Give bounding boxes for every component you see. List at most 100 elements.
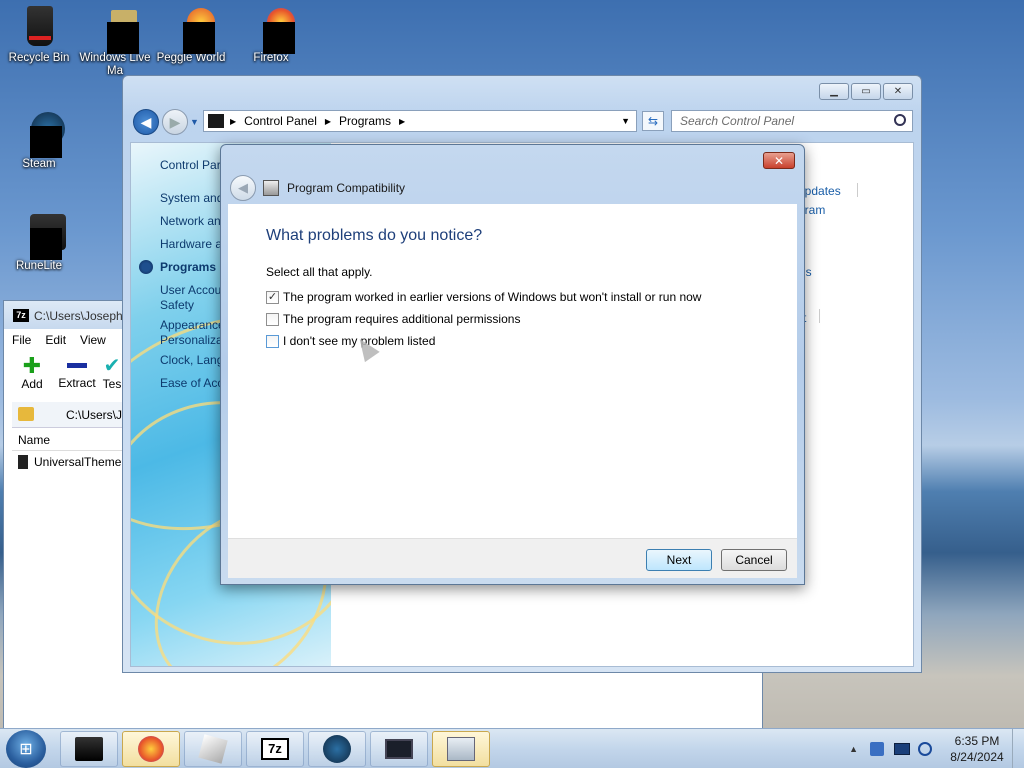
search-icon[interactable] bbox=[894, 114, 906, 126]
desktop-icon-steam[interactable]: Steam bbox=[2, 112, 76, 170]
desktop-icon-runelite[interactable]: RuneLite bbox=[2, 214, 76, 272]
desktop-icon-firefox[interactable]: Firefox bbox=[234, 6, 308, 64]
back-button[interactable]: ◀ bbox=[133, 109, 159, 135]
firefox-icon bbox=[138, 736, 164, 762]
menu-edit[interactable]: Edit bbox=[45, 333, 66, 347]
option-earlier-versions[interactable]: ✓ The program worked in earlier versions… bbox=[266, 290, 701, 304]
menu-file[interactable]: File bbox=[12, 333, 31, 347]
desktop-icon-recycle-bin[interactable]: Recycle Bin bbox=[2, 6, 76, 64]
minimize-button[interactable]: ▁ bbox=[819, 83, 849, 100]
file-icon bbox=[18, 455, 28, 469]
desktop-icon-label: Steam bbox=[22, 158, 56, 170]
close-button[interactable]: ✕ bbox=[883, 83, 913, 100]
nav-network-internet[interactable]: Network and bbox=[160, 214, 227, 228]
runelite-icon bbox=[17, 214, 66, 260]
show-hidden-icons-icon[interactable]: ▲ bbox=[849, 744, 858, 754]
taskbar-control-panel[interactable] bbox=[432, 731, 490, 767]
volume-icon[interactable] bbox=[918, 742, 932, 756]
path-input[interactable]: C:\Users\J bbox=[66, 408, 122, 422]
taskbar-unknown-app[interactable] bbox=[184, 731, 242, 767]
test-button[interactable]: ✔ Tes bbox=[100, 355, 124, 391]
peggle-icon bbox=[169, 6, 215, 54]
navigation-bar: ◀ ▶ ▼ ▶ Control Panel ▶ Programs ▶ ▼ ⇆ S… bbox=[131, 109, 913, 135]
control-panel-icon bbox=[208, 114, 224, 128]
cancel-button[interactable]: Cancel bbox=[721, 549, 787, 571]
close-icon: ✕ bbox=[773, 153, 785, 168]
forward-button[interactable]: ▶ bbox=[162, 109, 188, 135]
dialog-back-button[interactable]: ◀ bbox=[230, 175, 256, 201]
nav-appearance[interactable]: Appearance bbox=[160, 318, 225, 332]
file-row[interactable]: UniversalThemeP bbox=[12, 452, 135, 472]
taskbar-explorer[interactable] bbox=[60, 731, 118, 767]
nav-clock-language[interactable]: Clock, Lang bbox=[160, 353, 223, 367]
menu-view[interactable]: View bbox=[80, 333, 106, 347]
add-icon: ✚ bbox=[22, 353, 42, 378]
address-dropdown-icon[interactable]: ▼ bbox=[621, 116, 630, 126]
7zip-menu-bar: File Edit View bbox=[12, 333, 106, 347]
network-icon[interactable] bbox=[894, 743, 910, 755]
breadcrumb-programs[interactable]: Programs bbox=[339, 114, 391, 128]
option-label: The program worked in earlier versions o… bbox=[283, 290, 702, 304]
forward-arrow-icon: ▶ bbox=[169, 113, 181, 130]
nav-user-accounts[interactable]: User Accou bbox=[160, 283, 221, 297]
nav-user-accounts-safety[interactable]: Safety bbox=[160, 298, 194, 312]
nav-control-panel-home[interactable]: Control Par bbox=[160, 158, 221, 172]
explorer-icon bbox=[75, 737, 103, 761]
breadcrumb-separator-icon: ▶ bbox=[324, 116, 332, 126]
nav-programs[interactable]: Programs bbox=[160, 260, 216, 274]
recent-pages-dropdown-icon[interactable]: ▼ bbox=[190, 117, 199, 127]
folder-up-icon[interactable] bbox=[18, 407, 34, 421]
start-button[interactable]: ⊞ bbox=[6, 730, 46, 768]
nav-ease-of-access[interactable]: Ease of Acc bbox=[160, 376, 223, 390]
7zip-icon: 7z bbox=[261, 738, 289, 760]
breadcrumb-separator-icon: ▶ bbox=[399, 116, 406, 126]
7zip-title: C:\Users\Joseph bbox=[34, 309, 123, 323]
breadcrumb-control-panel[interactable]: Control Panel bbox=[244, 114, 317, 128]
minimize-icon: ▁ bbox=[830, 86, 838, 97]
dialog-heading: What problems do you notice? bbox=[266, 227, 483, 244]
checkbox-earlier-versions[interactable]: ✓ bbox=[266, 290, 279, 304]
test-icon: ✔ bbox=[103, 355, 121, 377]
refresh-icon: ⇆ bbox=[647, 114, 659, 128]
system-tray: ▲ 6:35 PM 8/24/2024 bbox=[849, 729, 1024, 768]
windows-live-icon bbox=[93, 6, 139, 54]
checkbox-additional-permissions[interactable] bbox=[266, 312, 279, 326]
clock-time: 6:35 PM bbox=[954, 734, 1000, 748]
nav-hardware-sound[interactable]: Hardware a bbox=[160, 237, 222, 251]
taskbar-runelite[interactable] bbox=[370, 731, 428, 767]
dialog-content: What problems do you notice? Select all … bbox=[228, 204, 797, 538]
clock[interactable]: 6:35 PM 8/24/2024 bbox=[942, 733, 1012, 765]
show-desktop-button[interactable] bbox=[1012, 729, 1024, 768]
next-button[interactable]: Next bbox=[646, 549, 712, 571]
extract-button[interactable]: Extract bbox=[54, 355, 100, 390]
breadcrumb-separator-icon: ▶ bbox=[230, 116, 237, 126]
desktop-icon-peggle-world[interactable]: Peggle World bbox=[154, 6, 228, 64]
option-label: The program requires additional permissi… bbox=[283, 312, 521, 326]
taskbar-steam[interactable] bbox=[308, 731, 366, 767]
desktop-icon-windows-live[interactable]: Windows Live Ma bbox=[78, 6, 152, 78]
extract-icon bbox=[67, 363, 87, 368]
program-compatibility-dialog: ✕ ◀ Program Compatibility What problems … bbox=[220, 144, 805, 585]
address-bar[interactable]: ▶ Control Panel ▶ Programs ▶ ▼ bbox=[203, 110, 637, 132]
checkbox-problem-not-listed[interactable] bbox=[266, 334, 279, 348]
option-problem-not-listed[interactable]: I don't see my problem listed bbox=[266, 334, 435, 348]
search-input[interactable]: Search Control Panel bbox=[671, 110, 913, 132]
tray-app-icon[interactable] bbox=[870, 742, 884, 756]
firefox-icon bbox=[249, 6, 295, 54]
taskbar-firefox[interactable] bbox=[122, 731, 180, 767]
taskbar: ⊞ 7z ▲ 6:35 PM 8/24/2024 bbox=[0, 728, 1024, 768]
option-additional-permissions[interactable]: The program requires additional permissi… bbox=[266, 312, 520, 326]
recycle-bin-icon bbox=[17, 6, 61, 50]
taskbar-7zip[interactable]: 7z bbox=[246, 731, 304, 767]
nav-system-security[interactable]: System and bbox=[160, 191, 223, 205]
dialog-close-button[interactable]: ✕ bbox=[763, 152, 795, 169]
add-button[interactable]: ✚ Add bbox=[12, 353, 52, 392]
steam-icon bbox=[17, 112, 65, 158]
maximize-button[interactable]: ▭ bbox=[851, 83, 881, 100]
control-panel-icon bbox=[447, 737, 475, 761]
desktop-icon-label: Recycle Bin bbox=[8, 52, 70, 64]
nav-appearance-personalization[interactable]: Personalizat bbox=[160, 333, 226, 347]
add-label: Add bbox=[21, 377, 43, 391]
app-icon bbox=[198, 734, 228, 764]
refresh-button[interactable]: ⇆ bbox=[642, 111, 664, 131]
